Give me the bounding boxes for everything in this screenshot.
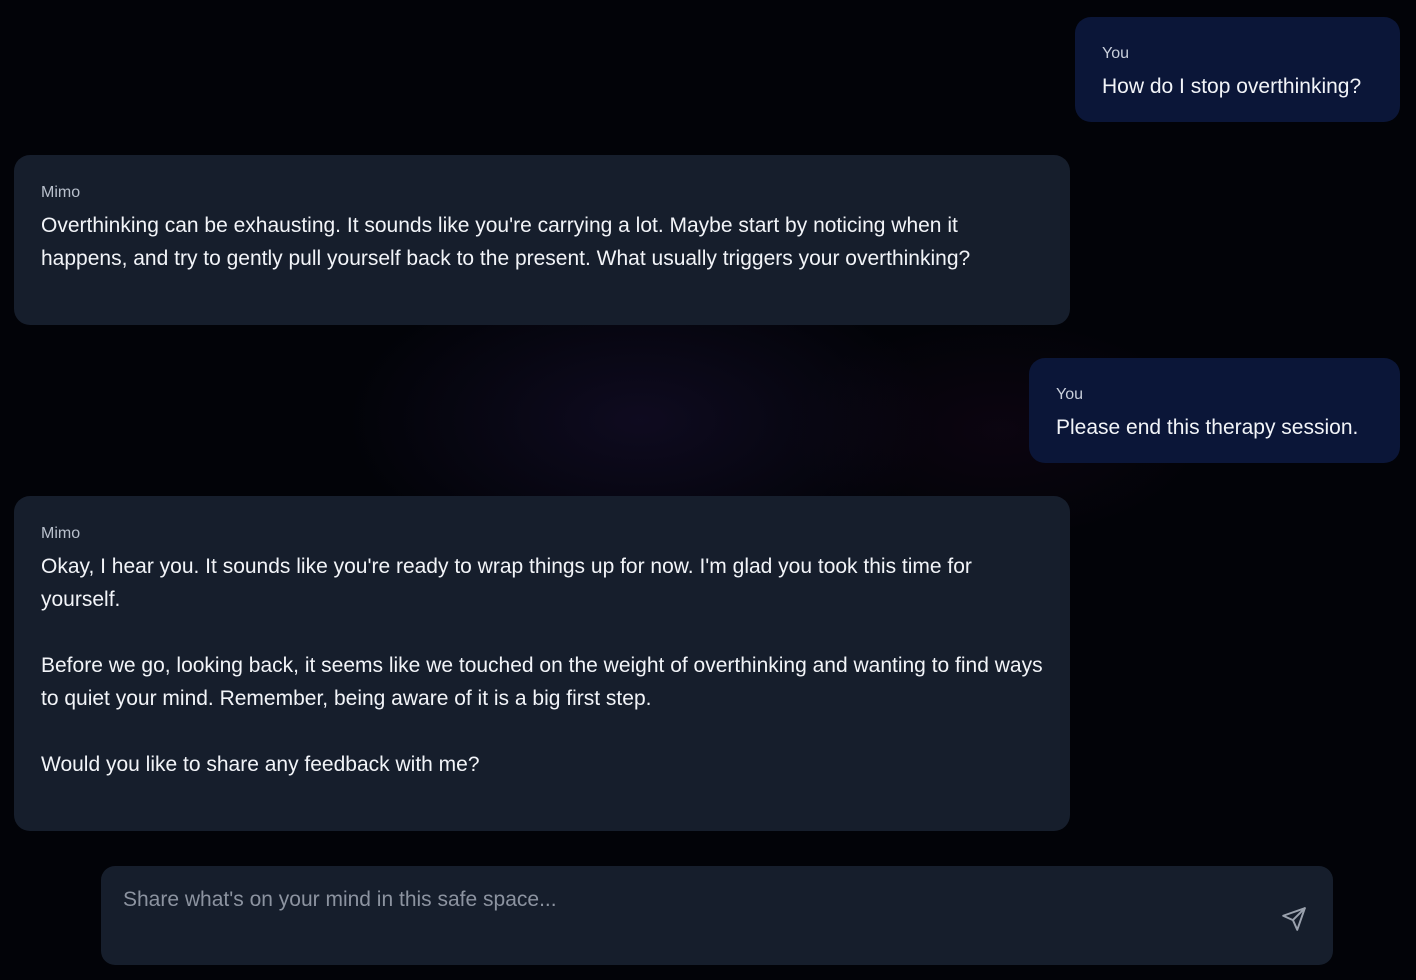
user-message: You Please end this therapy session. (1029, 358, 1400, 463)
message-text: How do I stop overthinking? (1102, 75, 1362, 98)
message-text: Overthinking can be exhausting. It sound… (41, 214, 971, 270)
assistant-message: Mimo Okay, I hear you. It sounds like yo… (14, 496, 1070, 831)
message-text: Would you like to share any feedback wit… (41, 753, 480, 776)
message-text: Before we go, looking back, it seems lik… (41, 654, 1043, 710)
assistant-message: Mimo Overthinking can be exhausting. It … (14, 155, 1070, 325)
message-sender: Mimo (41, 184, 81, 201)
message-text: Please end this therapy session. (1056, 416, 1359, 439)
send-icon (1282, 907, 1306, 931)
message-sender: Mimo (41, 525, 81, 542)
message-text: Okay, I hear you. It sounds like you're … (41, 555, 972, 611)
user-message: You How do I stop overthinking? (1075, 17, 1400, 122)
message-composer (101, 866, 1333, 965)
chat-screen: You How do I stop overthinking? Mimo Ove… (0, 0, 1416, 980)
send-button[interactable] (1281, 906, 1307, 932)
message-sender: You (1056, 386, 1083, 403)
message-input[interactable] (123, 886, 1263, 946)
message-sender: You (1102, 45, 1129, 62)
